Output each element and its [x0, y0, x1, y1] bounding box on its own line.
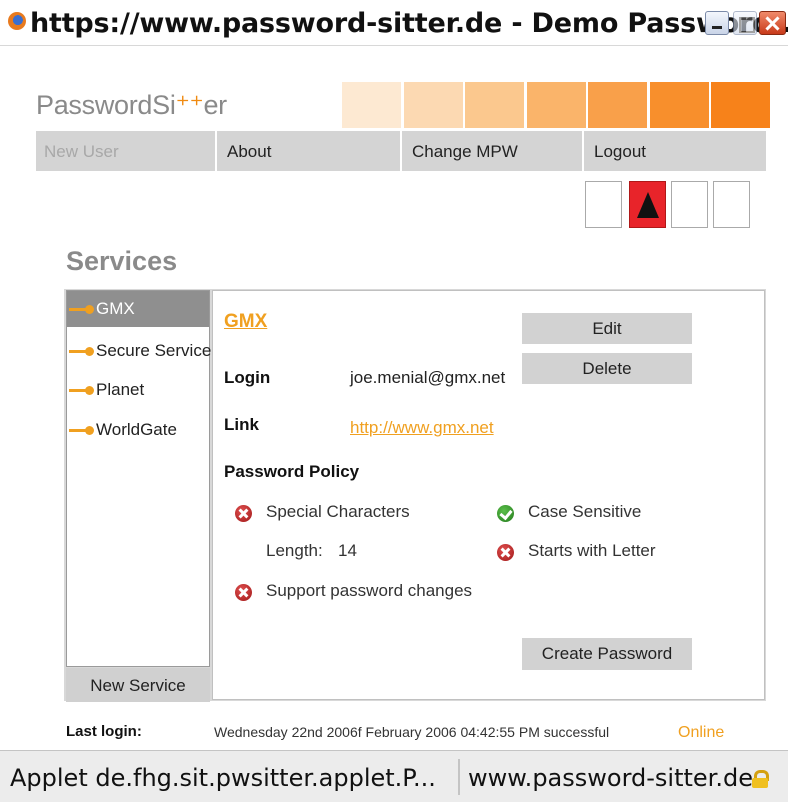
header-gradient-block: [527, 82, 586, 128]
last-login-label: Last login:: [66, 723, 142, 740]
window-title: https://www.password-sitter.de - Demo Pa…: [30, 8, 788, 39]
online-status: Online: [678, 724, 725, 741]
key-icon: [69, 426, 95, 435]
nav-divider: [400, 131, 402, 171]
header-gradient-block: [650, 82, 709, 128]
link-label: Link: [224, 415, 259, 434]
strength-box-2-warning-icon: [629, 181, 666, 228]
cross-icon: [235, 584, 252, 601]
close-icon[interactable]: [759, 11, 786, 35]
strength-box-3: [671, 181, 708, 228]
last-login-value: Wednesday 22nd 2006f February 2006 04:42…: [214, 724, 610, 740]
edit-button[interactable]: Edit: [522, 313, 692, 344]
main-nav: New User About Change MPW Logout: [36, 131, 766, 171]
nav-change-mpw[interactable]: Change MPW: [412, 131, 518, 171]
firefox-icon: [8, 12, 26, 30]
status-domain-text: www.password-sitter.de: [468, 764, 753, 792]
nav-divider: [215, 131, 217, 171]
maximize-icon[interactable]: [733, 11, 757, 35]
policy-starts-with-letter: Starts with Letter: [528, 541, 656, 560]
key-icon: [69, 347, 95, 356]
password-sitter-logo: PasswordSi⁺⁺er: [36, 90, 227, 120]
window-title-bar[interactable]: https://www.password-sitter.de - Demo Pa…: [0, 0, 788, 46]
create-password-button[interactable]: Create Password: [522, 638, 692, 670]
header-gradient-block: [404, 82, 463, 128]
services-heading: Services: [66, 246, 178, 276]
header-gradient-block: [465, 82, 524, 128]
password-policy-heading: Password Policy: [224, 462, 360, 481]
policy-length-label: Length:: [266, 541, 323, 560]
nav-new-user: New User: [44, 142, 119, 161]
cross-icon: [235, 505, 252, 522]
minimize-icon[interactable]: [705, 11, 729, 35]
nav-divider: [582, 131, 584, 171]
policy-support-changes: Support password changes: [266, 581, 473, 600]
service-item-worldgate[interactable]: WorldGate: [67, 412, 209, 448]
strength-box-1: [585, 181, 622, 228]
strength-box-4: [713, 181, 750, 228]
policy-case-sensitive: Case Sensitive: [528, 502, 642, 521]
header-gradient-block: [711, 82, 770, 128]
check-icon: [497, 505, 514, 522]
link-value[interactable]: http://www.gmx.net: [350, 418, 494, 438]
nav-about[interactable]: About: [227, 131, 271, 171]
service-item-gmx[interactable]: GMX: [67, 291, 209, 327]
status-divider: [458, 759, 460, 795]
key-icon: [69, 305, 95, 314]
status-applet-text: Applet de.fhg.sit.pwsitter.applet.P...: [10, 764, 436, 792]
new-service-button[interactable]: New Service: [66, 668, 210, 702]
service-item-secure-service[interactable]: Secure Service: [67, 333, 211, 369]
header-gradient-block: [342, 82, 401, 128]
login-value: joe.menial@gmx.net: [350, 368, 506, 387]
login-label: Login: [224, 368, 271, 387]
header-gradient-block: [588, 82, 647, 128]
policy-special-characters: Special Characters: [266, 502, 410, 521]
policy-length-value: 14: [338, 541, 357, 560]
delete-button[interactable]: Delete: [522, 353, 692, 384]
key-icon: [69, 386, 95, 395]
lock-icon[interactable]: [752, 770, 769, 788]
cross-icon: [497, 544, 514, 561]
service-name-link[interactable]: GMX: [224, 311, 267, 333]
browser-status-bar: Applet de.fhg.sit.pwsitter.applet.P... w…: [0, 750, 788, 802]
nav-logout[interactable]: Logout: [594, 131, 646, 171]
service-list[interactable]: GMX Secure Service Planet WorldGate: [66, 290, 211, 667]
service-item-planet[interactable]: Planet: [67, 372, 209, 408]
